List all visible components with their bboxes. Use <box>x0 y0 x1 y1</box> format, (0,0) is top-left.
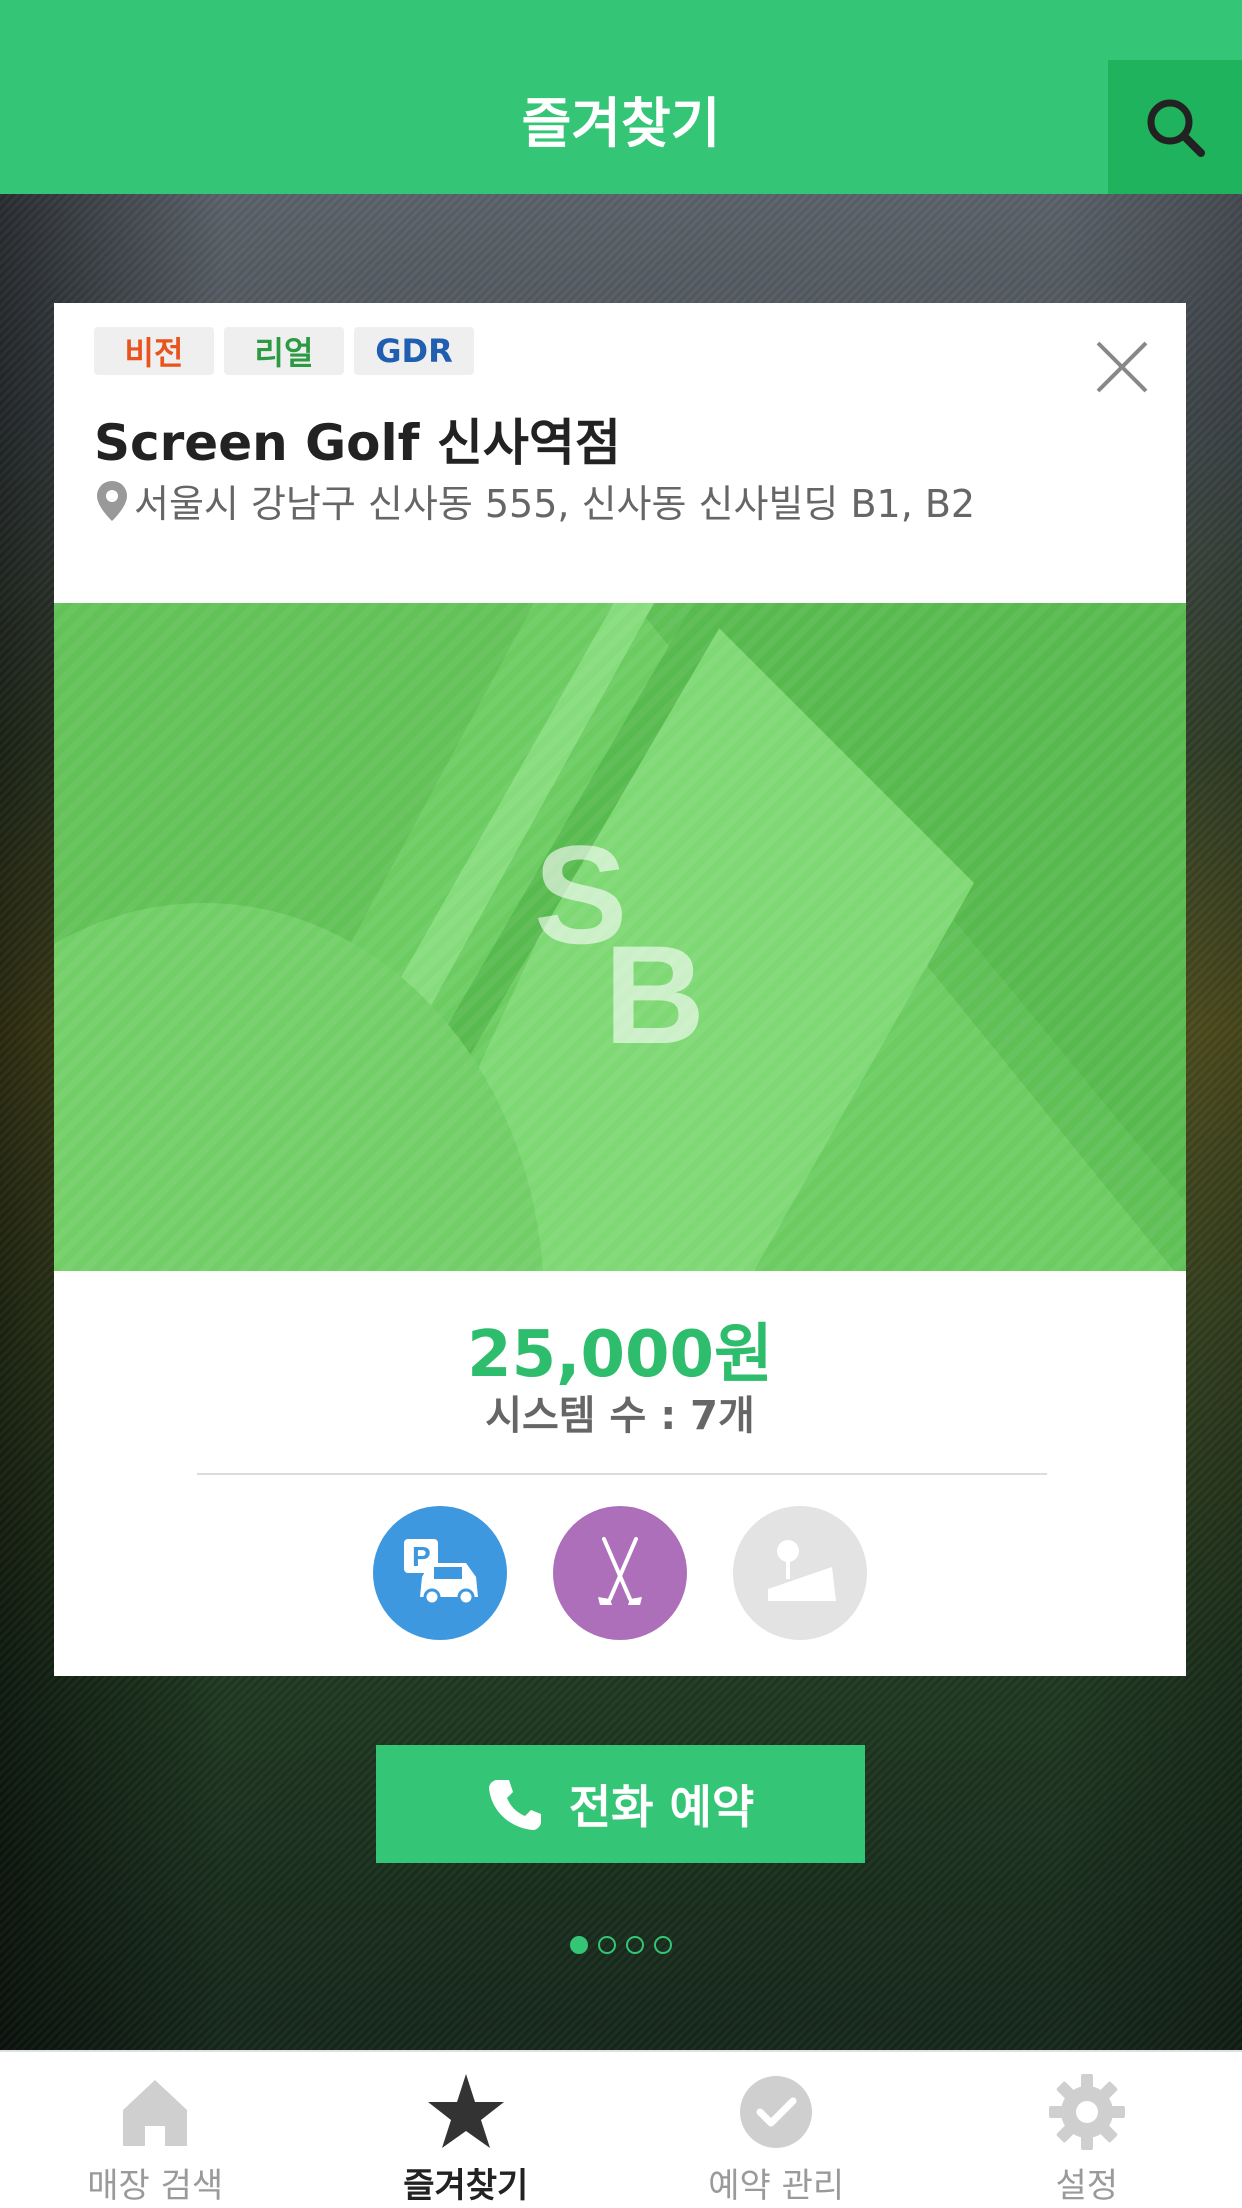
gear-icon <box>1048 2074 1125 2150</box>
tab-favorites[interactable]: 즐겨찾기 <box>311 2052 622 2208</box>
page-dot-2[interactable] <box>598 1936 616 1954</box>
call-reservation-button[interactable]: 전화 예약 <box>376 1745 865 1863</box>
tab-label: 즐겨찾기 <box>403 2166 529 2206</box>
tab-label: 설정 <box>1055 2166 1119 2206</box>
page-dot-4[interactable] <box>654 1936 672 1954</box>
store-name: Screen Golf 신사역점 <box>94 414 621 472</box>
page-title: 즐겨찾기 <box>521 92 721 155</box>
page-dot-1[interactable] <box>570 1936 588 1954</box>
home-icon <box>123 2080 188 2146</box>
bottom-tab-bar: 매장 검색 즐겨찾기 예약 관리 설정 <box>0 2050 1242 2208</box>
golf-clubs-icon <box>553 1506 687 1640</box>
tab-settings[interactable]: 설정 <box>932 2052 1242 2208</box>
location-pin-icon <box>97 480 127 521</box>
tab-reservation-manage[interactable]: 예약 관리 <box>621 2052 932 2208</box>
phone-icon <box>488 1780 541 1830</box>
tee-icon <box>733 1506 867 1640</box>
star-icon <box>427 2074 504 2148</box>
tab-label: 매장 검색 <box>87 2166 224 2206</box>
divider <box>197 1473 1047 1475</box>
store-image: SB S B <box>54 603 1186 1271</box>
tag-vision: 비전 <box>94 327 214 375</box>
tag-gdr: GDR <box>354 327 474 375</box>
address-text: 서울시 강남구 신사동 555, 신사동 신사빌딩 B1, B2 <box>134 482 976 526</box>
close-icon <box>1096 341 1148 393</box>
price: 25,000원 <box>467 1318 773 1392</box>
close-button[interactable] <box>1094 339 1150 395</box>
check-circle-icon <box>740 2076 813 2148</box>
search-icon <box>1147 99 1205 157</box>
store-card[interactable]: 비전 리얼 GDR Screen Golf 신사역점 서울시 강남구 신사동 5… <box>54 303 1186 1676</box>
facility-icons: P <box>54 1506 1186 1640</box>
system-tags: 비전 리얼 GDR <box>94 327 474 375</box>
page-dot-3[interactable] <box>626 1936 644 1954</box>
tab-store-search[interactable]: 매장 검색 <box>0 2052 311 2208</box>
top-bar: 즐겨찾기 <box>0 0 1242 194</box>
parking-icon: P <box>373 1506 507 1640</box>
tag-real: 리얼 <box>224 327 344 375</box>
call-button-label: 전화 예약 <box>568 1780 755 1834</box>
store-address: 서울시 강남구 신사동 555, 신사동 신사빌딩 B1, B2 <box>94 473 975 528</box>
system-count: 시스템 수 : 7개 <box>485 1393 755 1439</box>
tab-label: 예약 관리 <box>708 2166 845 2206</box>
search-button[interactable] <box>1108 60 1242 194</box>
page-indicator <box>570 1936 672 1954</box>
svg-text:B: B <box>604 916 705 1073</box>
